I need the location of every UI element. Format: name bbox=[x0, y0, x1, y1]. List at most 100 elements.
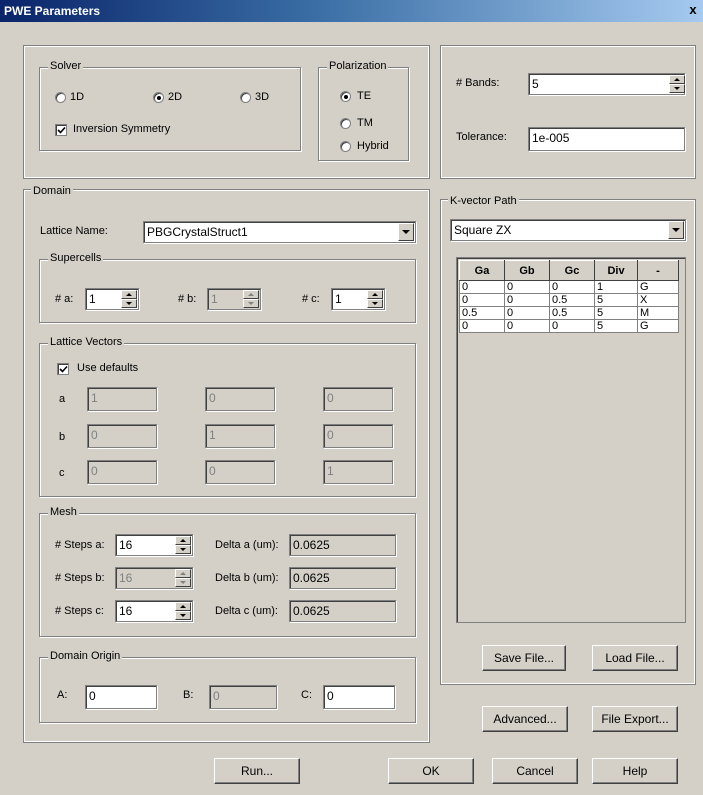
inversion-symmetry-label: Inversion Symmetry bbox=[73, 123, 171, 135]
title-bar: PWE Parameters x bbox=[0, 0, 703, 22]
column-header[interactable]: Ga bbox=[459, 260, 505, 281]
lattice-name-select[interactable]: PBGCrystalStruct1 bbox=[143, 221, 416, 243]
polarization-te-label: TE bbox=[357, 90, 372, 102]
polarization-tm-label: TM bbox=[357, 117, 373, 129]
advanced-button[interactable]: Advanced... bbox=[482, 706, 568, 732]
vector-c-x: 0 bbox=[87, 460, 157, 484]
origin-c-input[interactable]: 0 bbox=[323, 685, 395, 709]
bands-panel: # Bands: 5 Tolerance: 1e-005 bbox=[440, 45, 696, 179]
column-header[interactable]: - bbox=[637, 260, 679, 281]
solver-1d-label: 1D bbox=[70, 91, 85, 103]
table-cell[interactable]: 0 bbox=[549, 280, 595, 294]
kpath-preset-value: Square ZX bbox=[454, 223, 512, 237]
column-header[interactable]: Gc bbox=[549, 260, 595, 281]
ok-button[interactable]: OK bbox=[388, 758, 474, 784]
origin-b-input: 0 bbox=[209, 685, 277, 709]
table-cell[interactable]: X bbox=[637, 293, 679, 307]
table-cell[interactable]: 0 bbox=[504, 293, 550, 307]
use-defaults-label: Use defaults bbox=[77, 362, 139, 374]
supercell-a-label: # a: bbox=[55, 293, 74, 305]
kpath-table[interactable]: Ga Gb Gc Div - 0 0 0 1 G 0 0 0.5 5 X 0.5… bbox=[459, 260, 679, 333]
solver-1d-radio[interactable] bbox=[55, 92, 66, 103]
bands-label: # Bands: bbox=[456, 77, 500, 89]
table-cell[interactable]: 5 bbox=[594, 306, 638, 320]
checkmark-icon bbox=[57, 126, 66, 134]
polarization-hybrid-radio[interactable] bbox=[340, 141, 351, 152]
table-cell[interactable]: 0 bbox=[459, 293, 505, 307]
solver-3d-radio[interactable] bbox=[240, 92, 251, 103]
table-cell[interactable]: 5 bbox=[594, 319, 638, 333]
load-file-button[interactable]: Load File... bbox=[592, 645, 678, 671]
steps-a-stepper[interactable] bbox=[175, 536, 191, 554]
polarization-hybrid-label: Hybrid bbox=[357, 140, 389, 152]
table-row[interactable]: 0.5 0 0.5 5 M bbox=[459, 306, 679, 320]
polarization-te-radio[interactable] bbox=[340, 91, 351, 102]
origin-a-input[interactable]: 0 bbox=[85, 685, 157, 709]
supercell-c-label: # c: bbox=[302, 293, 320, 305]
kpath-preset-select[interactable]: Square ZX bbox=[450, 219, 686, 241]
table-cell[interactable]: 0.5 bbox=[459, 306, 505, 320]
delta-c-value: 0.0625 bbox=[289, 600, 396, 622]
steps-b-label: # Steps b: bbox=[55, 572, 105, 584]
table-row[interactable]: 0 0 0 5 G bbox=[459, 319, 679, 333]
delta-b-value: 0.0625 bbox=[289, 567, 396, 589]
table-cell[interactable]: G bbox=[637, 319, 679, 333]
window-title: PWE Parameters bbox=[4, 4, 101, 18]
delta-c-label: Delta c (um): bbox=[215, 605, 278, 617]
table-cell[interactable]: 0 bbox=[504, 319, 550, 333]
table-cell[interactable]: 0 bbox=[504, 306, 550, 320]
solver-3d-label: 3D bbox=[255, 91, 270, 103]
table-cell[interactable]: 1 bbox=[594, 280, 638, 294]
supercell-a-stepper[interactable] bbox=[121, 290, 137, 308]
origin-b-label: B: bbox=[183, 689, 194, 701]
chevron-down-icon[interactable] bbox=[668, 221, 684, 239]
kvector-panel: K-vector Path Square ZX Ga Gb Gc Div - 0… bbox=[440, 195, 696, 685]
solver-2d-label: 2D bbox=[168, 91, 183, 103]
lattice-name-value: PBGCrystalStruct1 bbox=[147, 225, 248, 239]
chevron-down-icon[interactable] bbox=[398, 223, 414, 241]
table-cell[interactable]: 0 bbox=[504, 280, 550, 294]
close-icon[interactable]: x bbox=[685, 3, 701, 17]
vector-a-y: 0 bbox=[205, 387, 275, 411]
bands-stepper[interactable] bbox=[669, 75, 685, 93]
domain-panel: Domain Lattice Name: PBGCrystalStruct1 S… bbox=[23, 185, 430, 743]
steps-c-stepper[interactable] bbox=[175, 602, 191, 620]
polarization-tm-radio[interactable] bbox=[340, 118, 351, 129]
run-button[interactable]: Run... bbox=[214, 758, 300, 784]
steps-c-label: # Steps c: bbox=[55, 605, 104, 617]
file-export-button[interactable]: File Export... bbox=[592, 706, 678, 732]
solver-legend: Solver bbox=[48, 60, 84, 72]
supercells-legend: Supercells bbox=[48, 252, 104, 264]
cancel-button[interactable]: Cancel bbox=[492, 758, 578, 784]
table-cell[interactable]: 0 bbox=[549, 319, 595, 333]
tolerance-label: Tolerance: bbox=[456, 131, 507, 143]
table-cell[interactable]: 0.5 bbox=[549, 293, 595, 307]
domain-origin-legend: Domain Origin bbox=[48, 650, 123, 662]
column-header[interactable]: Div bbox=[594, 260, 638, 281]
table-cell[interactable]: 0 bbox=[459, 280, 505, 294]
origin-c-label: C: bbox=[301, 689, 312, 701]
vector-a-z: 0 bbox=[323, 387, 393, 411]
table-cell[interactable]: 0 bbox=[459, 319, 505, 333]
supercell-c-stepper[interactable] bbox=[367, 290, 383, 308]
vector-b-y: 1 bbox=[205, 424, 275, 448]
table-cell[interactable]: 5 bbox=[594, 293, 638, 307]
table-cell[interactable]: 0.5 bbox=[549, 306, 595, 320]
table-cell[interactable]: M bbox=[637, 306, 679, 320]
column-header[interactable]: Gb bbox=[504, 260, 550, 281]
vector-a-label: a bbox=[59, 393, 66, 405]
table-cell[interactable]: G bbox=[637, 280, 679, 294]
solver-2d-radio[interactable] bbox=[153, 92, 164, 103]
help-button[interactable]: Help bbox=[592, 758, 678, 784]
table-header-row: Ga Gb Gc Div - bbox=[459, 260, 679, 281]
inversion-symmetry-checkbox[interactable] bbox=[55, 124, 67, 136]
save-file-button[interactable]: Save File... bbox=[482, 645, 566, 671]
bands-input[interactable]: 5 bbox=[528, 73, 685, 95]
domain-legend: Domain bbox=[31, 185, 73, 197]
solver-group: Solver bbox=[39, 60, 301, 151]
table-row[interactable]: 0 0 0.5 5 X bbox=[459, 293, 679, 307]
use-defaults-checkbox[interactable] bbox=[57, 363, 69, 375]
table-row[interactable]: 0 0 0 1 G bbox=[459, 280, 679, 294]
tolerance-input[interactable]: 1e-005 bbox=[528, 127, 685, 151]
lattice-vectors-legend: Lattice Vectors bbox=[48, 336, 125, 348]
